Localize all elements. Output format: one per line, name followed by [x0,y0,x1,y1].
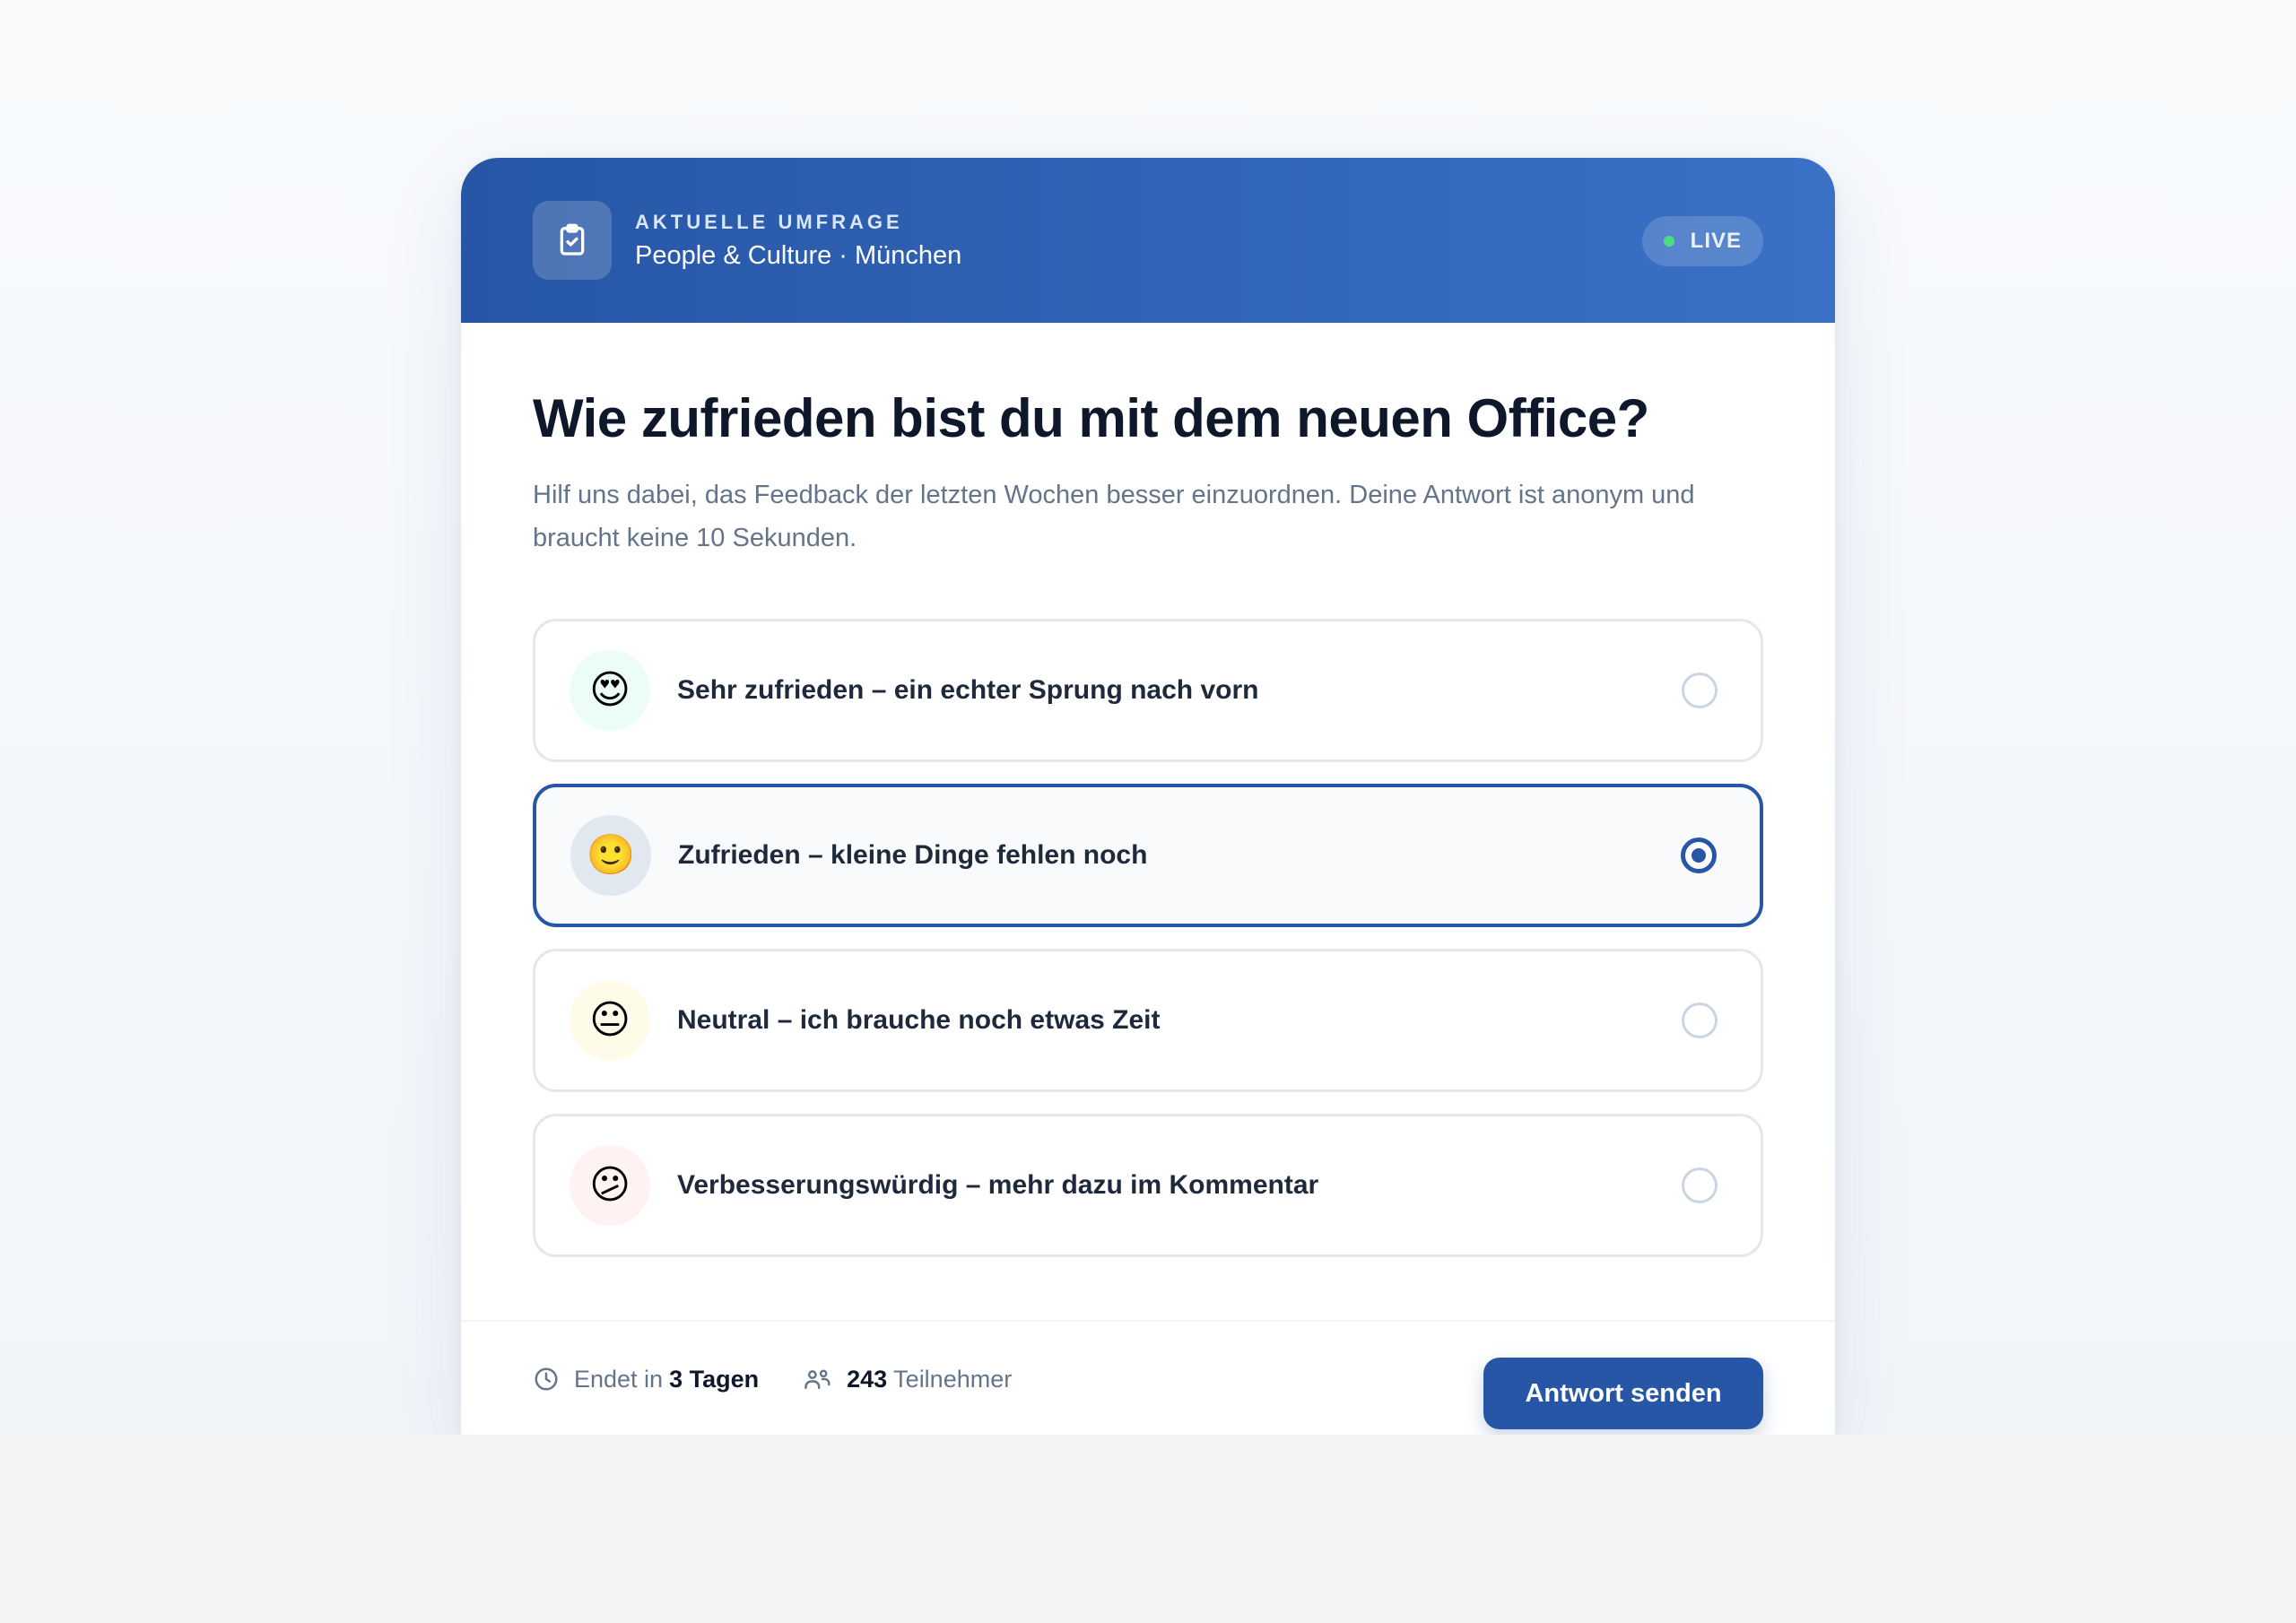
users-icon [804,1369,831,1390]
clipboard-check-icon [533,201,612,280]
participants-count: 243 [847,1365,888,1393]
poll-card: AKTUELLE UMFRAGE People & Culture · Münc… [461,158,1835,1435]
radio-button[interactable] [1682,673,1718,708]
header-text: AKTUELLE UMFRAGE People & Culture · Münc… [635,211,961,271]
answer-option-needs-improvement[interactable]: 😕 Verbesserungswürdig – mehr dazu im Kom… [533,1114,1763,1257]
answer-option-satisfied[interactable]: 🙂 Zufrieden – kleine Dinge fehlen noch [533,784,1763,927]
emoji-glyph: 😐 [589,998,631,1042]
poll-footer: Endet in 3 Tagen 243 Teilnehmer Antwort … [461,1320,1835,1435]
poll-header: AKTUELLE UMFRAGE People & Culture · Münc… [461,158,1835,323]
live-badge-label: LIVE [1690,229,1742,253]
participants-info: 243 Teilnehmer [804,1366,1012,1393]
ends-in-value: 3 Tagen [669,1365,760,1393]
confused-face-emoji-icon: 😕 [570,1145,650,1226]
radio-button[interactable] [1682,1167,1718,1203]
question-description: Hilf uns dabei, das Feedback der letzten… [533,481,1695,552]
slight-smile-emoji-icon: 🙂 [570,815,651,896]
poll-body: Wie zufrieden bist du mit dem neuen Offi… [461,323,1835,1257]
live-badge: LIVE [1641,216,1763,266]
clock-icon [535,1367,558,1391]
answer-options: 😍 Sehr zufrieden – ein echter Sprung nac… [533,619,1763,1257]
emoji-glyph: 😍 [589,668,631,712]
heart-eyes-emoji-icon: 😍 [570,650,650,731]
ends-in-prefix: Endet in [574,1365,664,1393]
emoji-glyph: 🙂 [586,833,636,877]
poll-department: People & Culture · München [635,240,962,270]
answer-option-label: Zufrieden – kleine Dinge fehlen noch [678,840,1148,870]
answer-option-label: Sehr zufrieden – ein echter Sprung nach … [677,675,1259,705]
answer-option-neutral[interactable]: 😐 Neutral – ich brauche noch etwas Zeit [533,949,1763,1092]
radio-button-selected[interactable] [1681,838,1717,873]
poll-eyebrow: AKTUELLE UMFRAGE [635,210,903,233]
emoji-glyph: 😕 [589,1163,631,1207]
page-background: AKTUELLE UMFRAGE People & Culture · Münc… [0,0,2296,1435]
answer-option-label: Neutral – ich brauche noch etwas Zeit [677,1005,1161,1035]
submit-answer-button[interactable]: Antwort senden [1483,1358,1763,1429]
answer-option-very-satisfied[interactable]: 😍 Sehr zufrieden – ein echter Sprung nac… [533,619,1763,762]
ends-in-info: Endet in 3 Tagen [533,1366,759,1393]
participants-label: Teilnehmer [893,1365,1013,1393]
live-dot-icon [1663,236,1674,247]
radio-button[interactable] [1682,1002,1718,1038]
neutral-face-emoji-icon: 😐 [570,980,650,1061]
question-title: Wie zufrieden bist du mit dem neuen Offi… [533,388,1649,448]
answer-option-label: Verbesserungswürdig – mehr dazu im Komme… [677,1170,1319,1200]
